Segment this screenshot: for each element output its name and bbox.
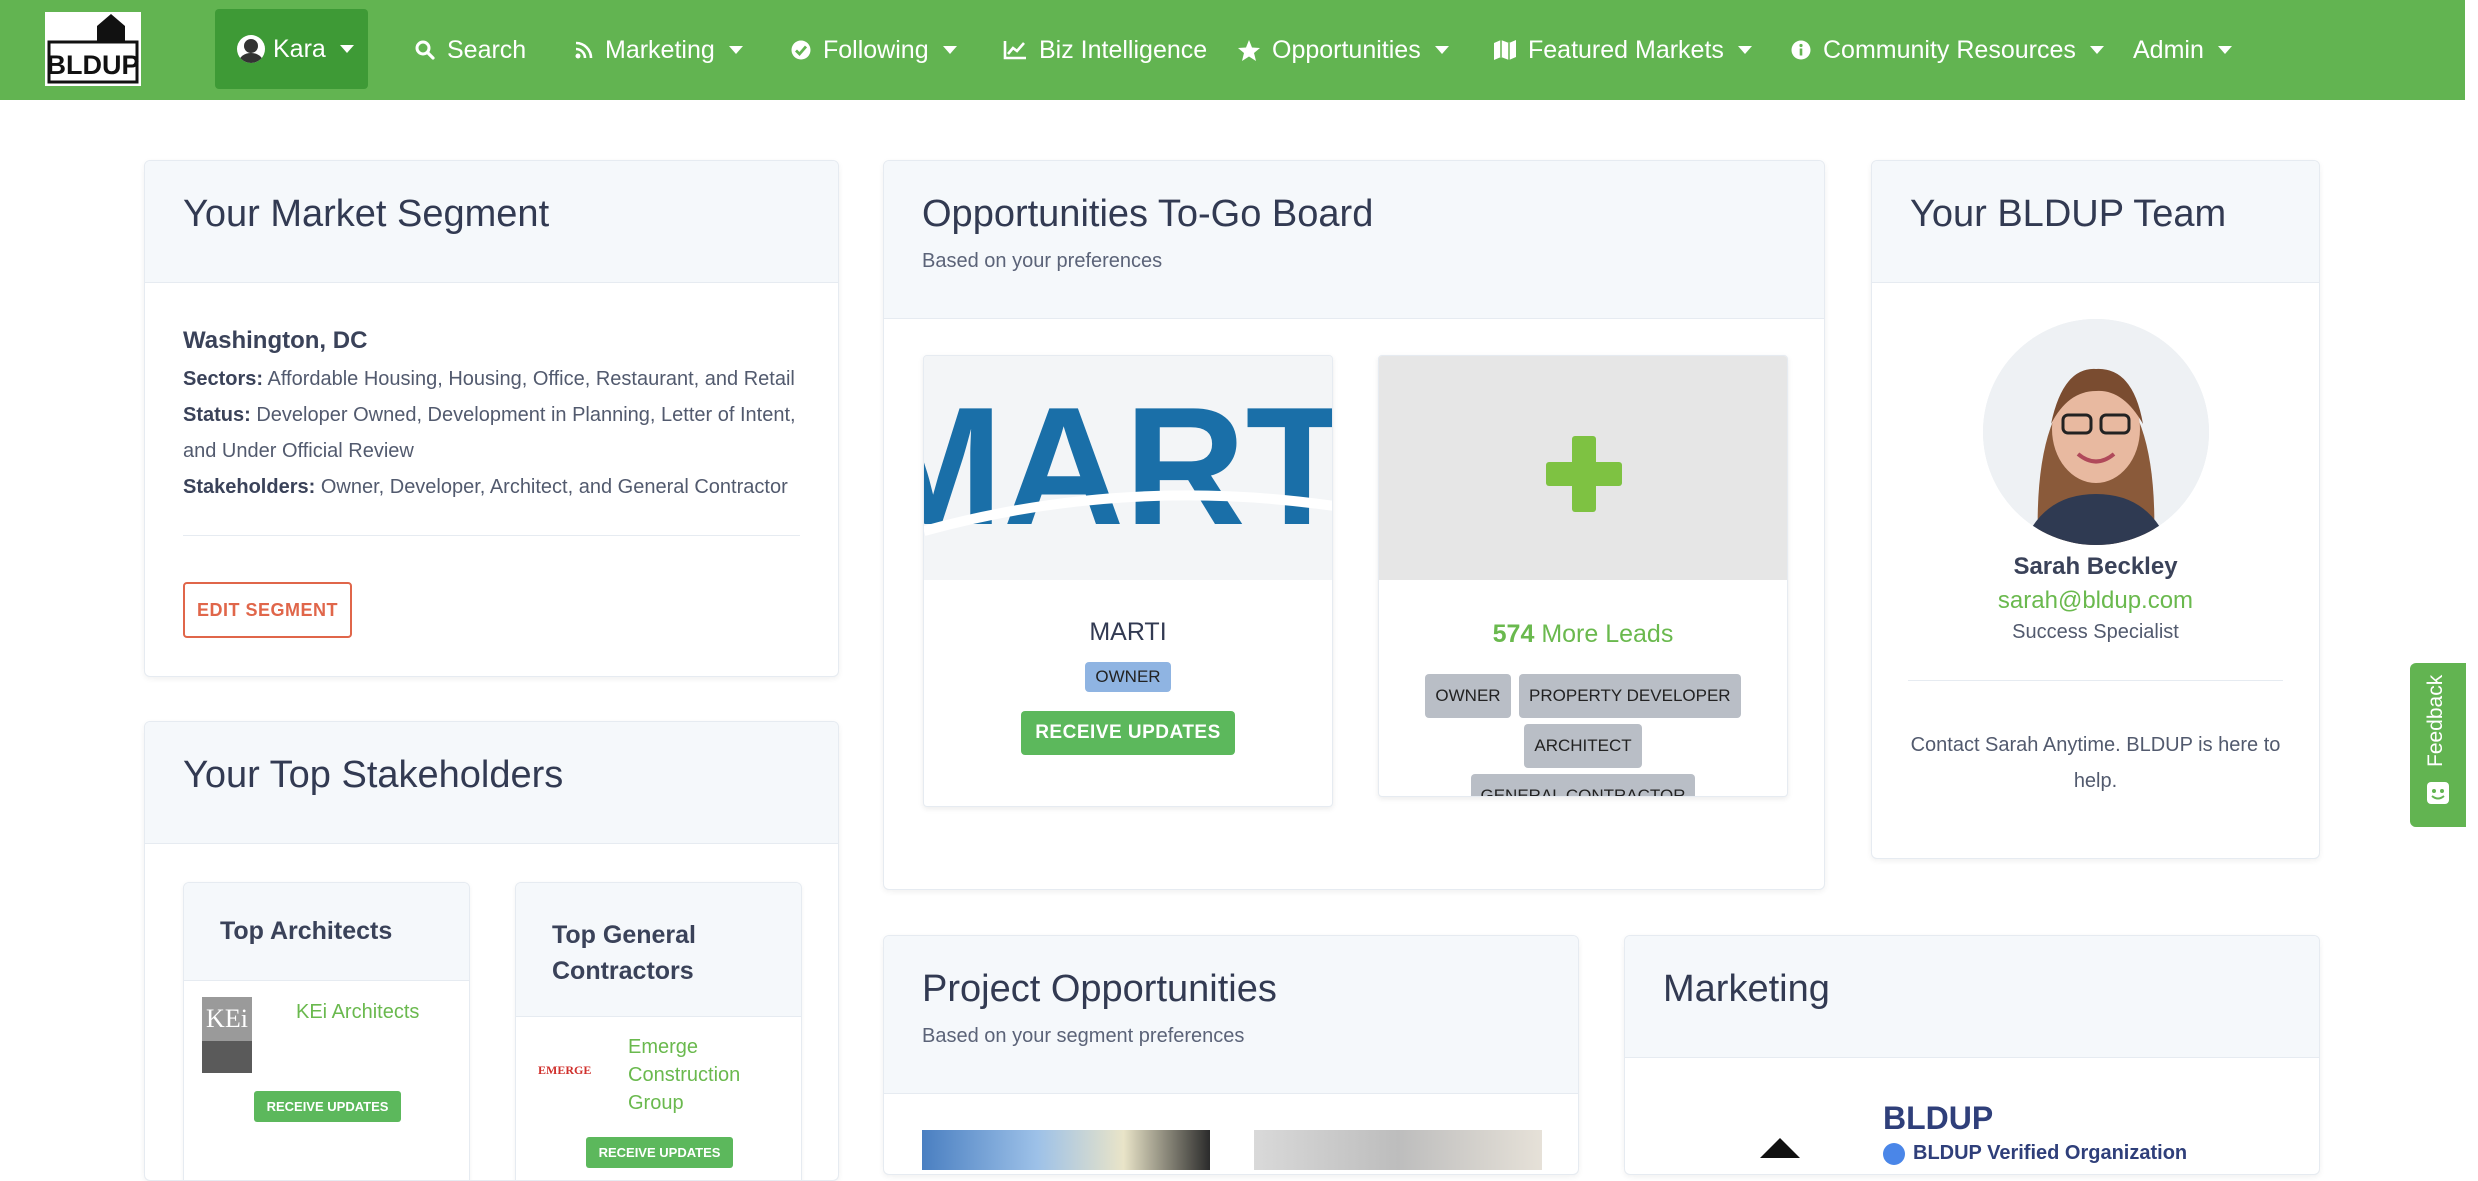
top-contractors-title: Top General Contractors <box>516 883 801 1017</box>
plus-icon <box>1546 436 1622 512</box>
user-avatar-icon <box>237 35 265 63</box>
marti-logo-image: MARTI <box>924 356 1332 580</box>
opportunities-board-header: Opportunities To-Go Board Based on your … <box>884 161 1824 319</box>
verified-badge: BLDUP Verified Organization <box>1883 1142 2187 1165</box>
market-segment-header: Your Market Segment <box>145 161 838 283</box>
market-segment-title: Your Market Segment <box>183 193 550 235</box>
tag-architect: ARCHITECT <box>1524 724 1642 768</box>
chevron-down-icon <box>942 46 957 54</box>
svg-text:BLDUP: BLDUP <box>47 50 140 80</box>
svg-text:MARTI: MARTI <box>924 372 1332 560</box>
project-image[interactable] <box>1254 1130 1542 1170</box>
search-icon <box>415 40 435 60</box>
top-stakeholders-title: Your Top Stakeholders <box>183 754 564 796</box>
market-segment-card: Your Market Segment Washington, DC Secto… <box>144 160 839 677</box>
star-icon <box>1238 39 1260 61</box>
team-member-email[interactable]: sarah@bldup.com <box>1872 587 2319 615</box>
bldup-logo-icon <box>1760 1138 1800 1158</box>
edit-segment-button[interactable]: EDIT SEGMENT <box>183 582 353 638</box>
top-stakeholders-card: Your Top Stakeholders Top Architects KEi… <box>144 721 839 1181</box>
market-segment-body: Washington, DC Sectors: Affordable Housi… <box>145 283 838 638</box>
team-member-role: Success Specialist <box>2012 621 2179 643</box>
chevron-down-icon <box>339 45 354 53</box>
nav-opportunities[interactable]: Opportunities <box>1238 0 1449 100</box>
marketing-header: Marketing <box>1625 936 2319 1058</box>
nav-search[interactable]: Search <box>415 0 526 100</box>
team-header: Your BLDUP Team <box>1872 161 2319 283</box>
line-chart-icon <box>1003 41 1026 60</box>
chat-icon <box>2427 782 2449 804</box>
segment-stakeholders: Stakeholders: Owner, Developer, Architec… <box>183 476 788 498</box>
team-member-avatar <box>1982 319 2209 545</box>
kei-logo: KEi <box>202 997 252 1073</box>
marketing-card: Marketing BLDUP BLDUP Verified Organizat… <box>1624 935 2320 1175</box>
top-architects-title: Top Architects <box>184 883 469 981</box>
top-navbar: BLDUP Kara Search Marketing Following Bi… <box>0 0 2465 100</box>
add-leads-image[interactable] <box>1379 356 1787 580</box>
opportunities-board-title: Opportunities To-Go Board <box>922 193 1374 235</box>
marketing-org-name[interactable]: BLDUP <box>1883 1100 1993 1137</box>
project-opportunities-header: Project Opportunities Based on your segm… <box>884 936 1578 1094</box>
project-opportunities-card: Project Opportunities Based on your segm… <box>883 935 1579 1175</box>
kei-architects-link[interactable]: KEi Architects <box>296 1001 419 1024</box>
divider <box>183 535 800 536</box>
project-image[interactable] <box>922 1130 1210 1170</box>
nav-community-resources[interactable]: Community Resources <box>1791 0 2104 100</box>
lead-tile[interactable]: MARTI MARTI OWNER RECEIVE UPDATES <box>923 355 1333 807</box>
chevron-down-icon <box>2217 46 2232 54</box>
receive-updates-button[interactable]: RECEIVE UPDATES <box>253 1091 402 1122</box>
nav-marketing[interactable]: Marketing <box>575 0 743 100</box>
emerge-logo: EMERGE <box>538 1063 592 1077</box>
more-leads-tile[interactable]: 574 More Leads OWNER PROPERTY DEVELOPER … <box>1378 355 1788 797</box>
verified-icon <box>1883 1142 1905 1165</box>
segment-sectors: Sectors: Affordable Housing, Housing, Of… <box>183 368 795 390</box>
top-contractors-card: Top General Contractors EMERGE Emerge Co… <box>515 882 802 1180</box>
receive-updates-button[interactable]: RECEIVE UPDATES <box>1021 711 1235 755</box>
nav-following[interactable]: Following <box>791 0 957 100</box>
chevron-down-icon <box>2089 46 2104 54</box>
rss-icon <box>575 41 593 59</box>
opportunities-board-subtitle: Based on your preferences <box>922 250 1163 272</box>
lead-image[interactable]: MARTI <box>924 356 1332 580</box>
top-architects-card: Top Architects KEi KEi Architects RECEIV… <box>183 882 470 1180</box>
chevron-down-icon <box>1737 46 1752 54</box>
tag-general-contractor: GENERAL CONTRACTOR <box>1470 774 1696 796</box>
team-message: Contact Sarah Anytime. BLDUP is here to … <box>1910 734 2281 792</box>
divider <box>1908 680 2283 681</box>
lead-name[interactable]: MARTI <box>924 618 1332 647</box>
user-name: Kara <box>273 34 326 63</box>
segment-city: Washington, DC <box>183 327 368 354</box>
receive-updates-button[interactable]: RECEIVE UPDATES <box>585 1137 734 1168</box>
chevron-down-icon <box>1434 46 1449 54</box>
nav-biz-intelligence[interactable]: Biz Intelligence <box>1003 0 1207 100</box>
project-opportunities-title: Project Opportunities <box>922 968 1277 1010</box>
more-leads-link[interactable]: 574 More Leads <box>1379 620 1787 649</box>
info-icon <box>1791 40 1811 60</box>
bldup-team-card: Your BLDUP Team Sarah Beckley sarah@bldu… <box>1871 160 2320 859</box>
lead-tag: OWNER <box>1085 662 1171 692</box>
opportunities-board-card: Opportunities To-Go Board Based on your … <box>883 160 1825 890</box>
team-member-name: Sarah Beckley <box>2013 553 2178 580</box>
segment-status: Status: Developer Owned, Development in … <box>183 404 796 462</box>
marketing-title: Marketing <box>1663 968 1830 1010</box>
team-title: Your BLDUP Team <box>1910 193 2227 235</box>
map-icon <box>1494 40 1516 60</box>
chevron-down-icon <box>728 46 743 54</box>
nav-admin[interactable]: Admin <box>2133 0 2232 100</box>
user-menu[interactable]: Kara <box>215 9 368 89</box>
bldup-logo[interactable]: BLDUP <box>45 12 141 86</box>
nav-featured-markets[interactable]: Featured Markets <box>1494 0 1752 100</box>
tag-property-developer: PROPERTY DEVELOPER <box>1519 674 1741 718</box>
check-circle-icon <box>791 40 811 60</box>
feedback-tab[interactable]: Feedback <box>2410 663 2466 827</box>
emerge-construction-link[interactable]: Emerge Construction Group <box>628 1033 788 1117</box>
project-opportunities-subtitle: Based on your segment preferences <box>922 1025 1245 1047</box>
tag-owner: OWNER <box>1425 674 1511 718</box>
top-stakeholders-header: Your Top Stakeholders <box>145 722 838 844</box>
